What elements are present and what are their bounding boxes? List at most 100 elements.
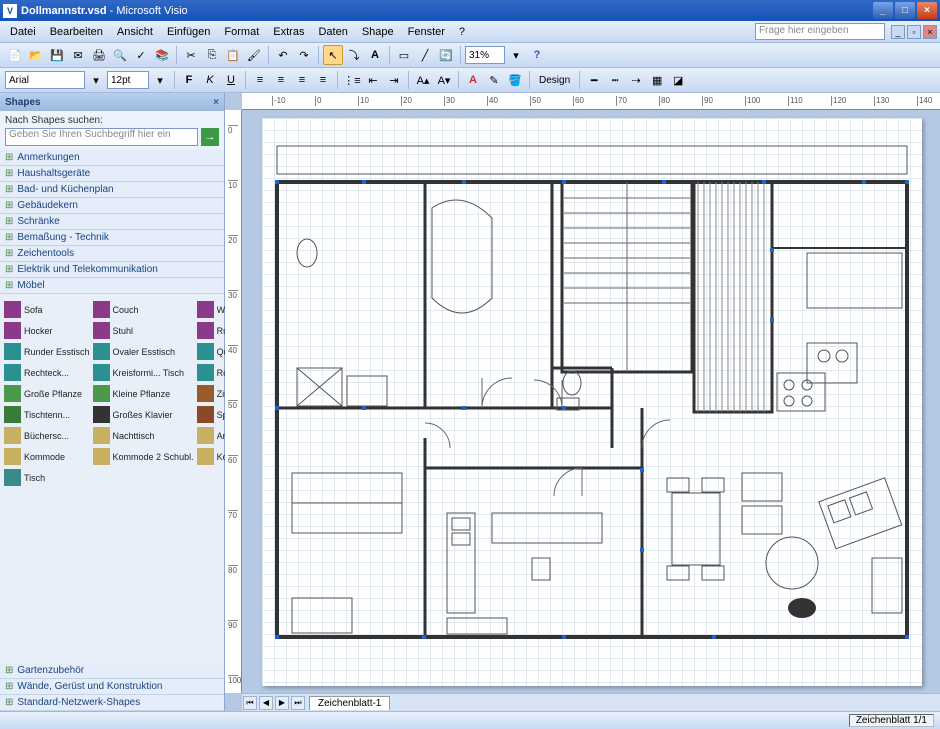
cut-button[interactable]: ✂ — [181, 45, 201, 65]
decrease-font-button[interactable]: A▾ — [434, 70, 454, 90]
maximize-button[interactable]: □ — [895, 2, 915, 19]
italic-button[interactable]: K — [200, 70, 220, 90]
research-button[interactable]: 📚 — [152, 45, 172, 65]
shape-stencil-item[interactable]: Kommode — [3, 447, 91, 466]
line-ends-button[interactable]: ⇢ — [626, 70, 646, 90]
shapes-search-go-button[interactable]: → — [201, 128, 219, 146]
tab-last-button[interactable]: ⏭ — [291, 696, 305, 710]
floorplan[interactable] — [262, 118, 922, 686]
menu-help[interactable]: ? — [452, 24, 472, 40]
rectangle-tool-button[interactable]: ▭ — [394, 45, 414, 65]
bold-button[interactable]: F — [179, 70, 199, 90]
shape-stencil-item[interactable]: Kreisformi... Tisch — [92, 363, 195, 382]
fill-pattern-button[interactable]: ▦ — [647, 70, 667, 90]
format-painter-button[interactable]: 🖌 — [244, 45, 264, 65]
menu-bearbeiten[interactable]: Bearbeiten — [43, 24, 110, 40]
shape-stencil-item[interactable]: Hocker — [3, 321, 91, 340]
shape-category[interactable]: Bad- und Küchenplan — [0, 182, 224, 198]
tab-prev-button[interactable]: ◀ — [259, 696, 273, 710]
font-color-button[interactable]: A — [463, 70, 483, 90]
shape-category[interactable]: Bemaßung - Technik — [0, 230, 224, 246]
shape-stencil-item[interactable]: Rechteck... — [3, 363, 91, 382]
underline-button[interactable]: U — [221, 70, 241, 90]
paste-button[interactable]: 📋 — [223, 45, 243, 65]
font-dropdown-button[interactable]: ▾ — [86, 70, 106, 90]
align-justify-button[interactable]: ≡ — [313, 70, 333, 90]
drawing-canvas[interactable] — [242, 110, 940, 693]
shape-category[interactable]: Elektrik und Telekommunikation — [0, 262, 224, 278]
zoom-select[interactable]: 31% — [465, 46, 505, 64]
menu-shape[interactable]: Shape — [355, 24, 401, 40]
spellcheck-button[interactable]: ✓ — [131, 45, 151, 65]
undo-button[interactable]: ↶ — [273, 45, 293, 65]
sheet-tab-1[interactable]: Zeichenblatt-1 — [309, 696, 390, 710]
redo-button[interactable]: ↷ — [294, 45, 314, 65]
shape-category[interactable]: Gebäudekern — [0, 198, 224, 214]
shadow-button[interactable]: ◪ — [668, 70, 688, 90]
menu-format[interactable]: Format — [217, 24, 266, 40]
rotate-button[interactable]: 🔄 — [436, 45, 456, 65]
ruler-vertical[interactable]: 0102030405060708090100 — [225, 110, 242, 693]
menu-fenster[interactable]: Fenster — [401, 24, 452, 40]
preview-button[interactable]: 🔍 — [110, 45, 130, 65]
line-tool-button[interactable]: ╱ — [415, 45, 435, 65]
mail-button[interactable]: ✉ — [68, 45, 88, 65]
shape-stencil-item[interactable]: Couch — [92, 300, 195, 319]
copy-button[interactable]: ⎘ — [202, 45, 222, 65]
increase-indent-button[interactable]: ⇥ — [384, 70, 404, 90]
ruler-horizontal[interactable]: -100102030405060708090100110120130140150 — [242, 93, 940, 110]
shape-stencil-item[interactable]: Kommode 2 Schubl. — [92, 447, 195, 466]
shape-stencil-item[interactable]: Büchersc... — [3, 426, 91, 445]
decrease-indent-button[interactable]: ⇤ — [363, 70, 383, 90]
doc-close-button[interactable]: × — [923, 25, 937, 39]
design-button[interactable]: Design — [534, 70, 575, 90]
font-name-select[interactable]: Arial — [5, 71, 85, 89]
shape-category[interactable]: Haushaltsgeräte — [0, 166, 224, 182]
align-right-button[interactable]: ≡ — [292, 70, 312, 90]
menu-einfuegen[interactable]: Einfügen — [160, 24, 217, 40]
shape-stencil-item[interactable]: Große Pflanze — [3, 384, 91, 403]
help-button[interactable]: ? — [527, 45, 547, 65]
minimize-button[interactable]: _ — [873, 2, 893, 19]
shape-stencil-item[interactable]: Großes Klavier — [92, 405, 195, 424]
print-button[interactable]: 🖨 — [89, 45, 109, 65]
shape-category[interactable]: Möbel — [0, 278, 224, 294]
connector-tool-button[interactable]: ⤵ — [344, 45, 364, 65]
shape-category[interactable]: Anmerkungen — [0, 150, 224, 166]
shape-category[interactable]: Zeichentools — [0, 246, 224, 262]
shape-category[interactable]: Schränke — [0, 214, 224, 230]
shape-stencil-item[interactable]: Sofa — [3, 300, 91, 319]
shape-category[interactable]: Gartenzubehör — [0, 663, 224, 679]
help-search[interactable]: Frage hier eingeben — [755, 23, 885, 40]
bullets-button[interactable]: ⋮≡ — [342, 70, 362, 90]
font-size-select[interactable]: 12pt — [107, 71, 149, 89]
tab-next-button[interactable]: ▶ — [275, 696, 289, 710]
pointer-tool-button[interactable]: ↖ — [323, 45, 343, 65]
shape-stencil-item[interactable]: Kleine Pflanze — [92, 384, 195, 403]
drawing-page[interactable] — [262, 118, 922, 686]
text-tool-button[interactable]: A — [365, 45, 385, 65]
menu-daten[interactable]: Daten — [311, 24, 354, 40]
shape-category[interactable]: Wände, Gerüst und Konstruktion — [0, 679, 224, 695]
zoom-dropdown-button[interactable]: ▾ — [506, 45, 526, 65]
shape-stencil-item[interactable]: Nachttisch — [92, 426, 195, 445]
line-color-button[interactable]: ✎ — [484, 70, 504, 90]
align-left-button[interactable]: ≡ — [250, 70, 270, 90]
menu-extras[interactable]: Extras — [266, 24, 311, 40]
save-button[interactable]: 💾 — [47, 45, 67, 65]
new-button[interactable]: 📄 — [5, 45, 25, 65]
size-dropdown-button[interactable]: ▾ — [150, 70, 170, 90]
fill-color-button[interactable]: 🪣 — [505, 70, 525, 90]
shape-stencil-item[interactable]: Ovaler Esstisch — [92, 342, 195, 361]
shapes-search-input[interactable]: Geben Sie Ihren Suchbegriff hier ein — [5, 128, 198, 146]
shape-stencil-item[interactable]: Tisch — [3, 468, 91, 487]
menu-ansicht[interactable]: Ansicht — [110, 24, 160, 40]
shape-stencil-item[interactable]: Tischtenn... — [3, 405, 91, 424]
align-center-button[interactable]: ≡ — [271, 70, 291, 90]
shape-stencil-item[interactable]: Runder Esstisch — [3, 342, 91, 361]
increase-font-button[interactable]: A▴ — [413, 70, 433, 90]
shape-category[interactable]: Standard-Netzwerk-Shapes — [0, 695, 224, 711]
tab-first-button[interactable]: ⏮ — [243, 696, 257, 710]
doc-minimize-button[interactable]: _ — [891, 25, 905, 39]
shape-stencil-item[interactable]: Stuhl — [92, 321, 195, 340]
